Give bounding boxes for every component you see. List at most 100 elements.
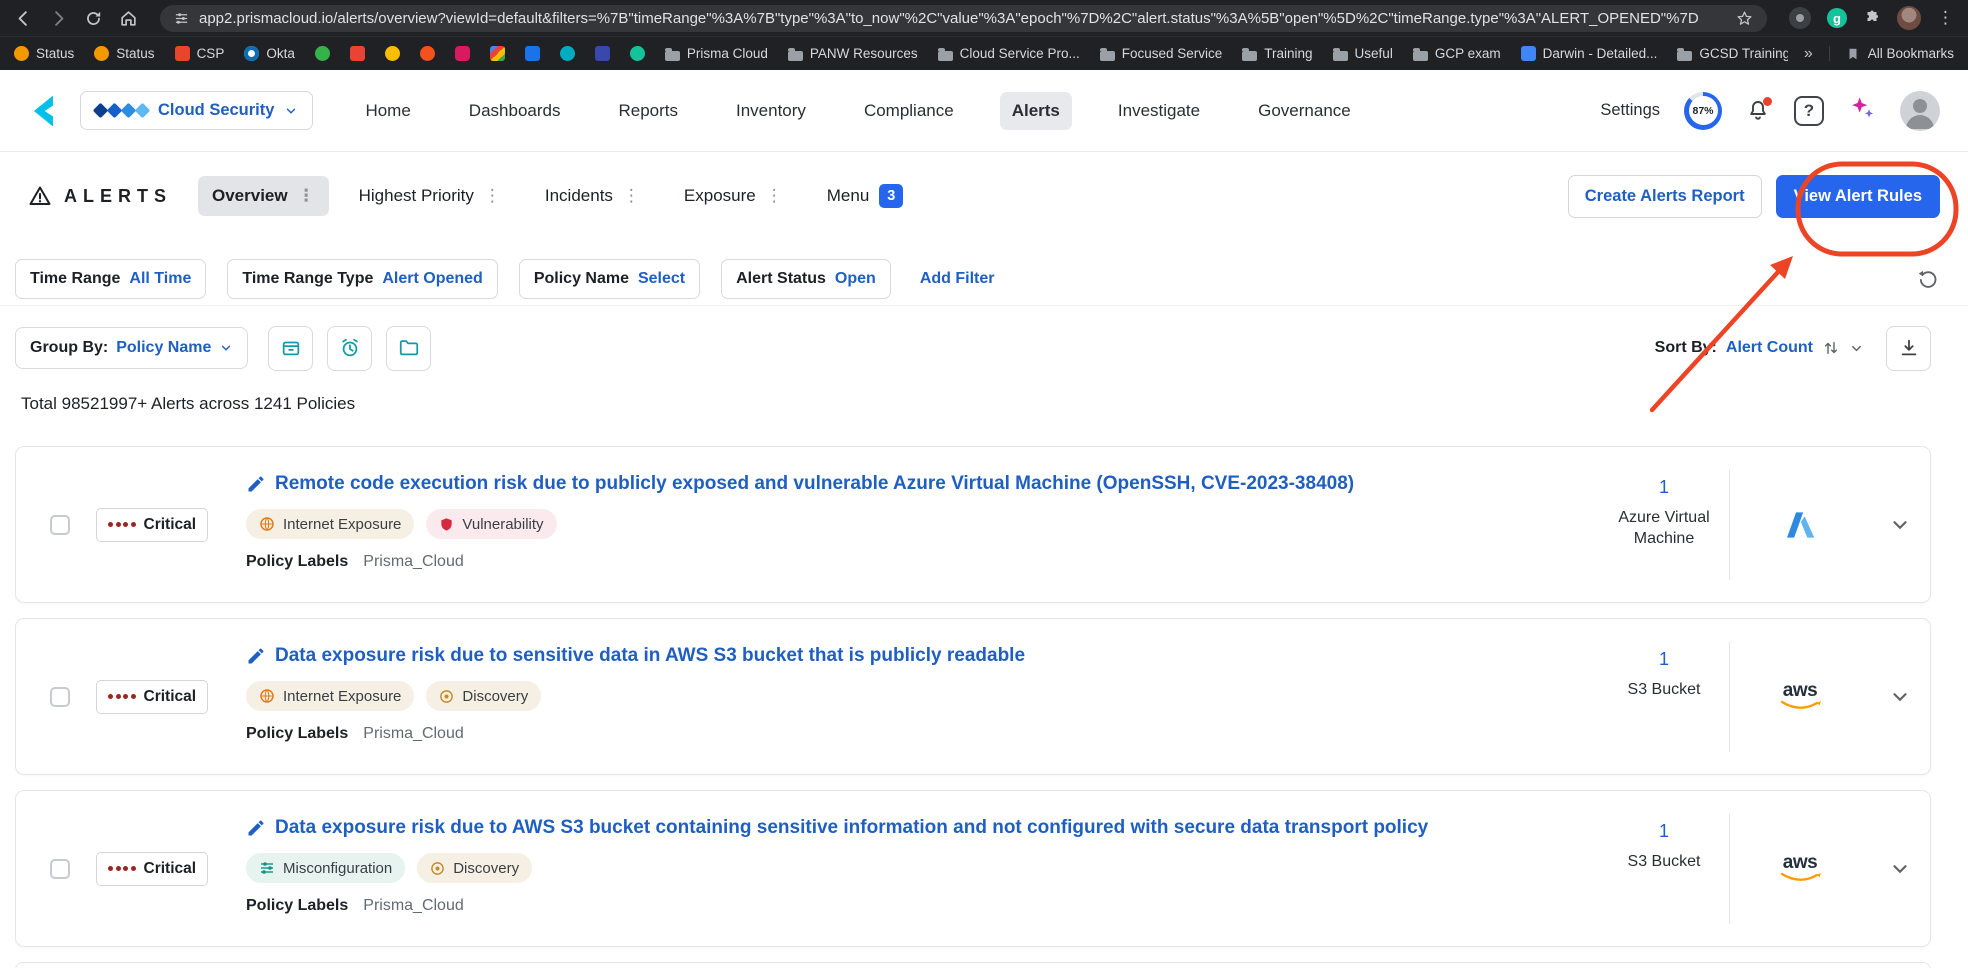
bookmark-item[interactable]: GCP exam: [1412, 46, 1501, 61]
edit-pencil-icon[interactable]: [246, 818, 266, 838]
bookmark-favicon: [664, 47, 680, 61]
alert-checkbox[interactable]: [50, 686, 70, 707]
bookmark-item[interactable]: GCSD Training - L...: [1677, 46, 1788, 61]
group-by-dropdown[interactable]: Group By: Policy Name: [15, 327, 249, 369]
expand-chevron-icon[interactable]: [1870, 447, 1930, 602]
save-view-button[interactable]: [268, 325, 314, 371]
notifications-bell-icon[interactable]: [1746, 96, 1772, 123]
back-icon[interactable]: [14, 9, 33, 28]
bookmark-item[interactable]: [594, 46, 610, 61]
bookmark-item[interactable]: [314, 46, 330, 61]
tab-menu[interactable]: Menu 3: [813, 174, 918, 218]
notification-dot: [1763, 96, 1772, 106]
tab-highest-priority[interactable]: Highest Priority ⋮: [345, 176, 515, 216]
aws-logo-icon: aws: [1779, 681, 1821, 712]
chevron-down-icon[interactable]: [1849, 341, 1864, 356]
ai-sparkle-icon[interactable]: [1848, 94, 1876, 127]
folder-button[interactable]: [386, 325, 432, 371]
tab-overview[interactable]: Overview ⋮: [198, 176, 329, 216]
tab-kebab-icon[interactable]: ⋮: [484, 186, 501, 206]
forward-icon[interactable]: [49, 9, 68, 28]
prisma-cloud-logo-icon[interactable]: [28, 92, 66, 130]
nav-home[interactable]: Home: [353, 92, 422, 130]
user-avatar[interactable]: [1900, 90, 1940, 131]
bookmark-item[interactable]: [559, 46, 575, 61]
filter-time-range[interactable]: Time Range All Time: [15, 258, 207, 299]
bookmark-item[interactable]: CSP: [174, 46, 224, 61]
nav-alerts[interactable]: Alerts: [999, 91, 1072, 130]
bookmark-item[interactable]: [419, 46, 435, 61]
header-right-cluster: Settings 87% ?: [1600, 90, 1940, 131]
edit-pencil-icon[interactable]: [246, 474, 266, 494]
tag-internet-exposure: Internet Exposure: [246, 681, 415, 711]
site-settings-tune-icon[interactable]: [174, 11, 189, 26]
bookmark-item[interactable]: Status: [94, 46, 155, 61]
edit-pencil-icon[interactable]: [246, 646, 266, 666]
snooze-alarm-button[interactable]: [327, 325, 373, 371]
alert-title-link[interactable]: Remote code execution risk due to public…: [275, 473, 1354, 495]
help-icon[interactable]: ?: [1794, 95, 1824, 126]
nav-dashboards[interactable]: Dashboards: [457, 92, 573, 130]
view-alert-rules-button[interactable]: View Alert Rules: [1775, 174, 1940, 218]
tag-internet-exposure: Internet Exposure: [246, 509, 415, 539]
download-button[interactable]: [1886, 325, 1931, 371]
create-alerts-report-button[interactable]: Create Alerts Report: [1567, 174, 1762, 218]
tab-exposure[interactable]: Exposure ⋮: [670, 176, 797, 216]
bookmark-item[interactable]: Okta: [244, 46, 295, 61]
bookmark-item[interactable]: Status: [14, 46, 74, 61]
alert-count-link[interactable]: 1: [1659, 477, 1669, 498]
bookmark-item[interactable]: Useful: [1332, 46, 1393, 61]
extensions-puzzle-icon[interactable]: [1863, 9, 1881, 27]
product-switcher[interactable]: Cloud Security: [80, 91, 314, 130]
nav-compliance[interactable]: Compliance: [852, 92, 966, 130]
expand-chevron-icon[interactable]: [1870, 791, 1930, 946]
nav-investigate[interactable]: Investigate: [1106, 92, 1212, 130]
bookmark-item[interactable]: Cloud Service Pro...: [937, 46, 1080, 61]
bookmark-item[interactable]: [349, 46, 365, 61]
tab-kebab-icon[interactable]: ⋮: [766, 186, 783, 206]
bookmark-item[interactable]: [489, 46, 505, 61]
browser-menu-icon[interactable]: ⋮: [1937, 8, 1954, 28]
alert-count-link[interactable]: 1: [1659, 649, 1669, 670]
bookmark-star-icon[interactable]: [1736, 10, 1753, 27]
url-bar[interactable]: app2.prismacloud.io/alerts/overview?view…: [160, 4, 1767, 32]
alert-title-link[interactable]: Data exposure risk due to sensitive data…: [275, 645, 1025, 667]
bookmarks-overflow-chevron[interactable]: »: [1788, 45, 1829, 63]
reload-icon[interactable]: [84, 9, 103, 28]
tab-kebab-icon[interactable]: ⋮: [298, 186, 315, 206]
bookmark-item[interactable]: PANW Resources: [787, 46, 918, 61]
nav-reports[interactable]: Reports: [606, 92, 690, 130]
alert-title-link[interactable]: Data exposure risk due to AWS S3 bucket …: [275, 817, 1428, 839]
filter-policy-name[interactable]: Policy Name Select: [518, 258, 701, 299]
sort-by-control[interactable]: Sort By: Alert Count: [1655, 339, 1864, 357]
all-bookmarks-button[interactable]: All Bookmarks: [1828, 46, 1954, 61]
bookmark-item[interactable]: [524, 46, 540, 61]
bookmark-item[interactable]: [454, 46, 470, 61]
add-filter-link[interactable]: Add Filter: [920, 270, 995, 288]
browser-avatar[interactable]: [1897, 6, 1921, 30]
browser-profile-icon[interactable]: [1789, 7, 1811, 29]
alert-checkbox[interactable]: [50, 514, 70, 535]
bookmark-item[interactable]: Prisma Cloud: [664, 46, 768, 61]
bookmark-item[interactable]: [629, 46, 645, 61]
alert-checkbox[interactable]: [50, 858, 70, 879]
filter-alert-status[interactable]: Alert Status Open: [721, 258, 891, 299]
bookmark-item[interactable]: Darwin - Detailed...: [1520, 46, 1657, 61]
sort-arrows-icon[interactable]: [1822, 339, 1840, 357]
tab-kebab-icon[interactable]: ⋮: [623, 186, 640, 206]
usage-ring[interactable]: 87%: [1684, 91, 1722, 130]
bookmark-item[interactable]: Training: [1242, 46, 1313, 61]
filter-time-range-type[interactable]: Time Range Type Alert Opened: [227, 258, 498, 299]
nav-inventory[interactable]: Inventory: [724, 92, 818, 130]
bookmark-item[interactable]: Focused Service: [1099, 46, 1222, 61]
bookmark-favicon: [244, 46, 260, 61]
alert-count-link[interactable]: 1: [1659, 821, 1669, 842]
nav-governance[interactable]: Governance: [1246, 92, 1363, 130]
settings-link[interactable]: Settings: [1600, 101, 1660, 120]
home-icon[interactable]: [119, 9, 138, 28]
reset-filters-icon[interactable]: [1917, 268, 1939, 290]
tab-incidents[interactable]: Incidents ⋮: [531, 176, 654, 216]
bookmark-item[interactable]: [384, 46, 400, 61]
grammarly-extension-icon[interactable]: g: [1827, 8, 1847, 28]
expand-chevron-icon[interactable]: [1870, 619, 1930, 774]
